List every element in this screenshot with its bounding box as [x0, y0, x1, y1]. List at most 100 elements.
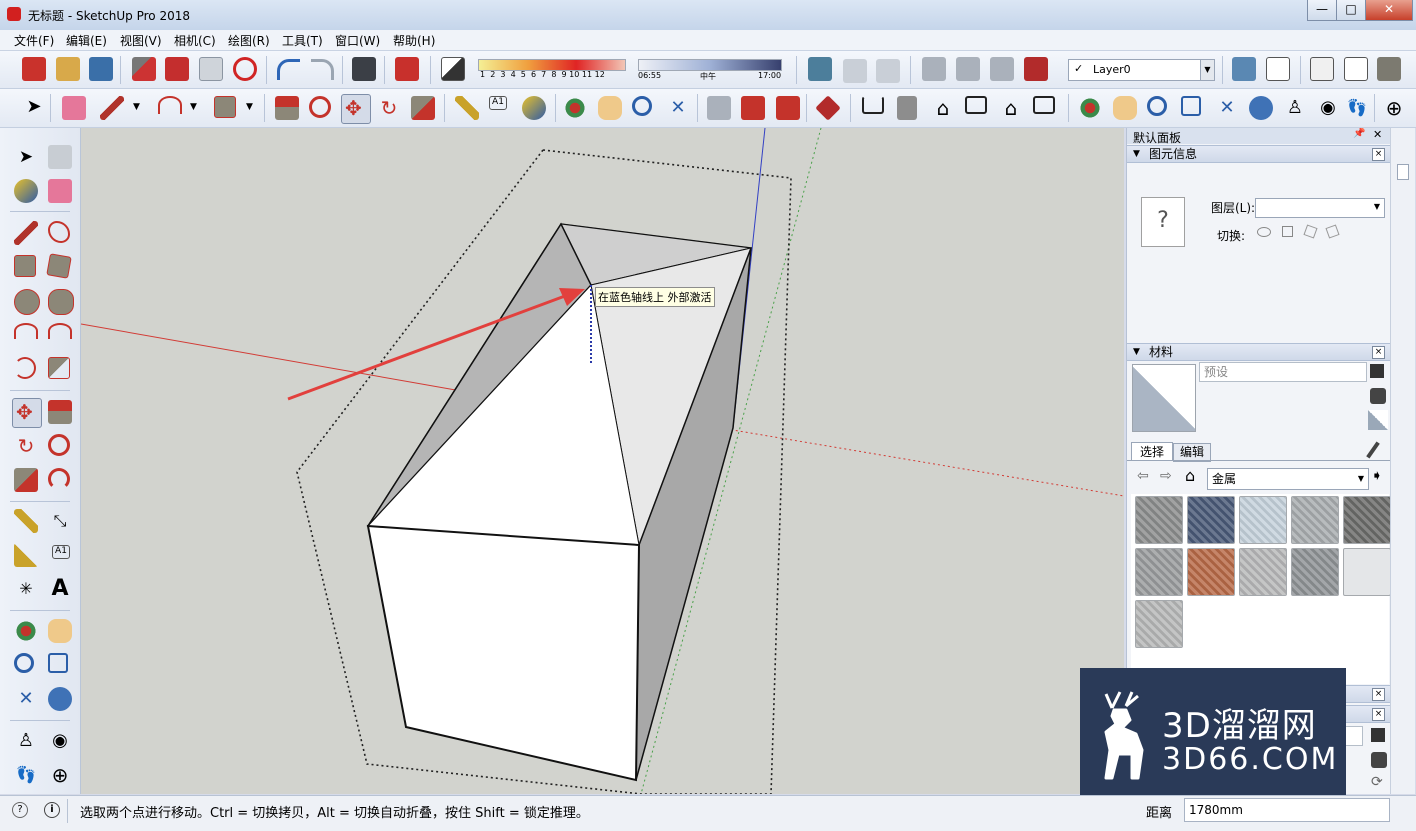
zoom-icon[interactable]	[1147, 96, 1167, 116]
refresh-icon[interactable]: ⟳	[1371, 774, 1383, 790]
position-camera-icon[interactable]: ♙	[14, 729, 38, 753]
zoom-icon[interactable]	[632, 96, 652, 116]
position-camera-icon[interactable]: ♙	[1283, 96, 1307, 120]
forward-arrow-icon[interactable]: ⇨	[1160, 468, 1172, 484]
get-models-icon[interactable]	[707, 96, 731, 120]
shadows-toggle-icon[interactable]	[441, 57, 465, 81]
view-iso-house-icon[interactable]	[862, 96, 884, 114]
3d-warehouse-icon[interactable]	[990, 57, 1014, 81]
model-info-icon[interactable]	[395, 57, 419, 81]
share-model-icon[interactable]	[741, 96, 765, 120]
three-point-arc-icon[interactable]	[14, 357, 36, 379]
view-back-house-icon[interactable]: ⌂	[999, 96, 1023, 120]
warehouse-share-icon[interactable]	[843, 59, 867, 83]
section-plane-icon[interactable]: ⊕	[48, 763, 72, 787]
copy-icon[interactable]	[165, 57, 189, 81]
hidden-line-style-icon[interactable]	[1344, 57, 1368, 81]
tray-close-icon[interactable]: ✕	[1373, 128, 1382, 141]
arc-icon[interactable]	[158, 96, 182, 114]
scale-icon[interactable]	[411, 96, 435, 120]
rectangle-icon[interactable]	[14, 255, 36, 277]
undo-icon[interactable]	[277, 59, 300, 80]
material-swatch[interactable]	[1343, 496, 1391, 544]
lock-icon[interactable]	[1282, 226, 1293, 237]
material-name-input[interactable]: 预设	[1199, 362, 1367, 382]
material-swatch[interactable]	[1239, 548, 1287, 596]
zoom-window-icon[interactable]	[1181, 96, 1201, 116]
push-pull-icon[interactable]	[275, 96, 299, 120]
entity-info-header[interactable]: ▼ 图元信息 ×	[1127, 145, 1391, 163]
view-iso-icon[interactable]	[1232, 57, 1256, 81]
home-icon[interactable]: ⌂	[1185, 466, 1195, 485]
make-component-icon[interactable]	[48, 145, 72, 169]
ruby-gem-icon[interactable]	[815, 95, 841, 121]
info-icon[interactable]: i	[44, 802, 60, 818]
follow-me-icon[interactable]	[48, 434, 70, 456]
default-material-icon[interactable]	[1368, 410, 1388, 430]
material-swatch[interactable]	[1135, 548, 1183, 596]
pan-hand-icon[interactable]	[48, 619, 72, 643]
material-swatch[interactable]	[1135, 600, 1183, 648]
material-swatch[interactable]	[1135, 496, 1183, 544]
sample-paint-dropper-icon[interactable]	[1366, 441, 1380, 459]
close-icon[interactable]: ×	[1372, 346, 1385, 359]
back-arrow-icon[interactable]: ⇦	[1137, 468, 1149, 484]
look-around-eye-icon[interactable]: ◉	[48, 729, 72, 753]
view-front-house-icon[interactable]: ⌂	[931, 96, 955, 120]
rectangle-icon[interactable]	[214, 96, 236, 118]
xray-style-icon[interactable]	[1310, 57, 1334, 81]
material-swatch[interactable]	[1343, 548, 1391, 596]
orbit-icon[interactable]	[1078, 96, 1102, 120]
view-right-icon[interactable]	[897, 96, 917, 120]
look-around-eye-icon[interactable]: ◉	[1316, 96, 1340, 120]
component-icon[interactable]	[922, 57, 946, 81]
close-icon[interactable]: ×	[1372, 148, 1385, 161]
cut-icon[interactable]	[132, 57, 156, 81]
offset-icon[interactable]	[48, 468, 70, 490]
rotate-icon[interactable]: ↻	[377, 96, 401, 120]
chevron-down-icon[interactable]: ▼	[190, 102, 197, 112]
visibility-eye-icon[interactable]	[1257, 227, 1271, 237]
paint-bucket-icon[interactable]	[14, 179, 38, 203]
geo-location-icon[interactable]	[808, 57, 832, 81]
material-swatch[interactable]	[1187, 496, 1235, 544]
measurements-input[interactable]: 1780mm	[1184, 798, 1390, 822]
chevron-down-icon[interactable]: ▼	[133, 102, 140, 112]
add-material-icon[interactable]	[1370, 388, 1386, 404]
chevron-down-icon[interactable]: ▼	[246, 102, 253, 112]
rotate-icon[interactable]: ↻	[14, 434, 38, 458]
extension-warehouse-icon[interactable]	[1024, 57, 1048, 81]
previous-view-icon[interactable]	[48, 687, 72, 711]
menu-tools[interactable]: 工具(T)	[282, 32, 323, 49]
menu-file[interactable]: 文件(F)	[14, 32, 54, 49]
material-swatch[interactable]	[1291, 548, 1339, 596]
dimension-icon[interactable]: ⤡	[48, 509, 72, 533]
redo-icon[interactable]	[311, 59, 334, 80]
circle-icon[interactable]	[14, 289, 40, 315]
menu-camera[interactable]: 相机(C)	[174, 32, 216, 49]
scale-icon[interactable]	[14, 468, 38, 492]
download-model-icon[interactable]	[876, 59, 900, 83]
close-button[interactable]: ✕	[1365, 0, 1413, 21]
view-left-icon[interactable]	[965, 96, 987, 114]
3d-viewport[interactable]: 在蓝色轴线上 外部激活	[81, 128, 1124, 794]
move-tool-icon[interactable]: ✥	[12, 398, 42, 428]
orbit-icon[interactable]	[563, 96, 587, 120]
protractor-icon[interactable]	[14, 543, 38, 567]
cast-shadow-icon[interactable]	[1325, 224, 1340, 239]
text-label-icon[interactable]: A1	[52, 545, 70, 559]
save-icon[interactable]	[89, 57, 113, 81]
menu-help[interactable]: 帮助(H)	[393, 32, 435, 49]
axes-icon[interactable]: ✳	[14, 577, 38, 601]
maximize-button[interactable]: □	[1336, 0, 1366, 21]
minimize-button[interactable]: —	[1307, 0, 1337, 21]
3d-text-icon[interactable]: A	[48, 577, 72, 601]
zoom-extents-icon[interactable]: ✕	[666, 96, 690, 120]
add-material-icon[interactable]	[1371, 752, 1387, 768]
material-swatch[interactable]	[1291, 496, 1339, 544]
section-plane-icon[interactable]: ⊕	[1382, 96, 1406, 120]
shadow-time-slider[interactable]	[638, 59, 782, 71]
material-swatch[interactable]	[1187, 548, 1235, 596]
walk-footprints-icon[interactable]: 👣	[14, 763, 38, 787]
new-file-icon[interactable]	[22, 57, 46, 81]
